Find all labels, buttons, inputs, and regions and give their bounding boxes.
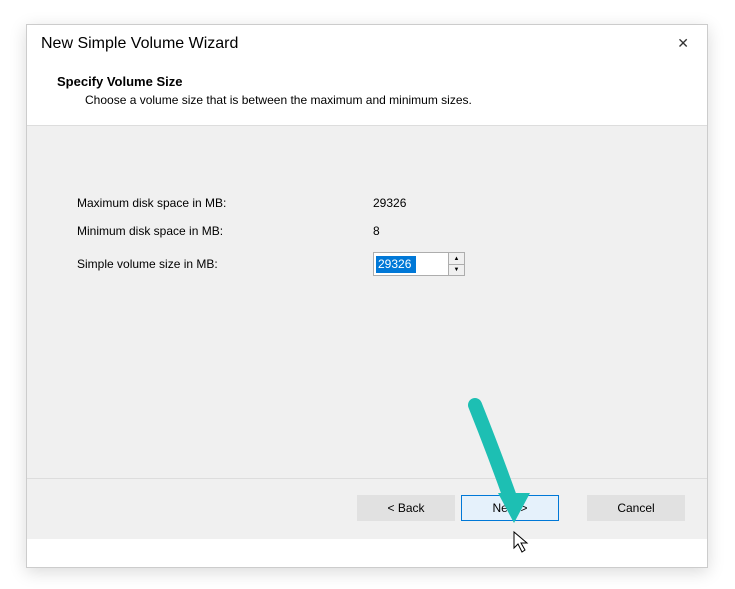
- back-button[interactable]: < Back: [357, 495, 455, 521]
- volume-size-label: Simple volume size in MB:: [77, 257, 373, 271]
- titlebar: New Simple Volume Wizard ✕: [27, 25, 707, 60]
- spinner-down-icon[interactable]: ▼: [449, 264, 464, 275]
- cancel-button[interactable]: Cancel: [587, 495, 685, 521]
- header-section: Specify Volume Size Choose a volume size…: [27, 60, 707, 125]
- volume-size-input[interactable]: [374, 253, 448, 275]
- max-space-label: Maximum disk space in MB:: [77, 196, 373, 210]
- page-title: Specify Volume Size: [57, 74, 677, 89]
- window-title: New Simple Volume Wizard: [41, 35, 238, 53]
- spinner-buttons: ▲ ▼: [448, 253, 464, 275]
- page-subtitle: Choose a volume size that is between the…: [85, 93, 677, 107]
- content-area: Maximum disk space in MB: 29326 Minimum …: [27, 126, 707, 478]
- min-space-label: Minimum disk space in MB:: [77, 224, 373, 238]
- max-space-row: Maximum disk space in MB: 29326: [77, 196, 657, 210]
- volume-size-row: Simple volume size in MB: 29326 ▲ ▼: [77, 252, 657, 276]
- max-space-value: 29326: [373, 196, 406, 210]
- min-space-row: Minimum disk space in MB: 8: [77, 224, 657, 238]
- close-icon[interactable]: ✕: [671, 33, 695, 54]
- volume-size-spinner[interactable]: 29326 ▲ ▼: [373, 252, 465, 276]
- button-bar: < Back Next > Cancel: [27, 479, 707, 539]
- min-space-value: 8: [373, 224, 380, 238]
- next-button[interactable]: Next >: [461, 495, 559, 521]
- spinner-up-icon[interactable]: ▲: [449, 253, 464, 264]
- wizard-dialog: New Simple Volume Wizard ✕ Specify Volum…: [26, 24, 708, 568]
